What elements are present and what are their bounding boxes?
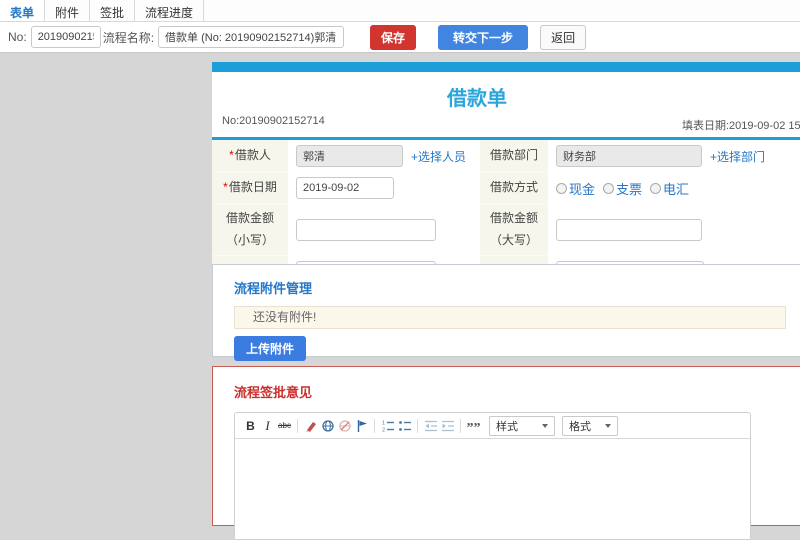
blockquote-icon[interactable]: ”” bbox=[465, 417, 482, 435]
process-name-input[interactable] bbox=[158, 26, 345, 48]
indent-icon[interactable] bbox=[439, 417, 456, 434]
select-department-link[interactable]: +选择部门 bbox=[710, 148, 765, 165]
toolbar-separator bbox=[374, 418, 375, 433]
next-step-button[interactable]: 转交下一步 bbox=[438, 24, 529, 50]
approval-title: 流程签批意见 bbox=[234, 385, 313, 400]
svg-text:2: 2 bbox=[382, 427, 385, 433]
format-dropdown[interactable]: 格式 bbox=[562, 415, 618, 436]
approval-editor: B I abc 12 ”” 样式 格式 bbox=[234, 412, 751, 540]
back-button[interactable]: 返回 bbox=[540, 24, 587, 50]
form-toolbar: No: 流程名称: 保存 转交下一步 返回 bbox=[0, 22, 800, 53]
department-input[interactable] bbox=[556, 145, 702, 167]
styles-dropdown[interactable]: 样式 bbox=[489, 415, 555, 436]
bold-icon[interactable]: B bbox=[242, 417, 259, 434]
process-name-label: 流程名称: bbox=[102, 30, 155, 45]
strikethrough-icon[interactable]: abc bbox=[276, 417, 293, 434]
department-label: 借款部门 bbox=[480, 140, 548, 172]
numbered-list-icon[interactable]: 12 bbox=[379, 417, 396, 434]
select-person-link[interactable]: +选择人员 bbox=[411, 148, 466, 165]
attachments-panel: 流程附件管理 还没有附件! 上传附件 bbox=[212, 264, 800, 361]
tab-progress[interactable]: 流程进度 bbox=[135, 0, 205, 21]
document-number: No:20190902152714 bbox=[222, 115, 325, 127]
upload-attachment-button[interactable]: 上传附件 bbox=[234, 336, 307, 361]
page-title: 借款单 bbox=[447, 88, 507, 110]
borrower-input[interactable] bbox=[296, 145, 403, 167]
loan-method-radio-group: 现金 支票 电汇 bbox=[556, 179, 697, 198]
anchor-flag-icon[interactable] bbox=[353, 417, 370, 434]
loan-date-input[interactable] bbox=[296, 177, 394, 199]
chevron-down-icon bbox=[542, 423, 548, 428]
required-marker: * bbox=[229, 147, 234, 162]
toolbar-separator bbox=[417, 418, 418, 433]
no-attachments-notice: 还没有附件! bbox=[234, 306, 786, 329]
borrower-label: *借款人 bbox=[212, 140, 288, 172]
radio-cheque[interactable] bbox=[603, 182, 615, 194]
amount-lower-input[interactable] bbox=[296, 219, 436, 242]
toolbar-separator bbox=[460, 418, 461, 433]
required-marker: * bbox=[223, 179, 228, 194]
panel-header-bar bbox=[212, 62, 800, 72]
attachments-title: 流程附件管理 bbox=[234, 281, 313, 296]
amount-upper-label: 借款金额（大写） bbox=[480, 204, 548, 257]
svg-text:1: 1 bbox=[382, 420, 385, 426]
no-label: No: bbox=[8, 30, 27, 44]
remove-format-icon[interactable] bbox=[302, 417, 319, 434]
loan-form-panel: 借款单 No:20190902152714 填表日期:2019-09-02 15… bbox=[212, 62, 800, 292]
bulleted-list-icon[interactable] bbox=[396, 417, 413, 434]
tab-attachments[interactable]: 附件 bbox=[45, 0, 91, 21]
amount-lower-label: 借款金额（小写） bbox=[212, 204, 288, 257]
amount-upper-input[interactable] bbox=[556, 219, 702, 242]
tab-form[interactable]: 表单 bbox=[0, 0, 46, 21]
fill-date: 填表日期:2019-09-02 15:27:1 bbox=[682, 120, 800, 132]
radio-wire-label[interactable]: 电汇 bbox=[663, 179, 689, 198]
outdent-icon[interactable] bbox=[422, 417, 439, 434]
radio-wire[interactable] bbox=[650, 182, 662, 194]
approval-panel: 流程签批意见 B I abc 12 ”” 样式 格式 bbox=[212, 366, 800, 540]
editor-toolbar: B I abc 12 ”” 样式 格式 bbox=[235, 413, 750, 439]
no-input[interactable] bbox=[30, 26, 101, 48]
editor-content-area[interactable] bbox=[235, 439, 750, 539]
link-icon[interactable] bbox=[319, 417, 336, 434]
tab-approval[interactable]: 签批 bbox=[90, 0, 136, 21]
radio-cheque-label[interactable]: 支票 bbox=[616, 179, 642, 198]
radio-cash[interactable] bbox=[556, 182, 567, 194]
save-button[interactable]: 保存 bbox=[370, 24, 417, 50]
chevron-down-icon bbox=[605, 423, 611, 428]
loan-date-label: *借款日期 bbox=[212, 172, 288, 204]
toolbar-separator bbox=[297, 418, 298, 433]
loan-method-label: 借款方式 bbox=[480, 172, 548, 204]
unlink-icon[interactable] bbox=[336, 417, 353, 434]
radio-cash-label[interactable]: 现金 bbox=[569, 179, 595, 198]
tab-bar: 表单 附件 签批 流程进度 bbox=[0, 0, 800, 22]
top-bar: 表单 附件 签批 流程进度 No: 流程名称: 保存 转交下一步 返回 bbox=[0, 0, 800, 53]
italic-icon[interactable]: I bbox=[259, 417, 276, 434]
